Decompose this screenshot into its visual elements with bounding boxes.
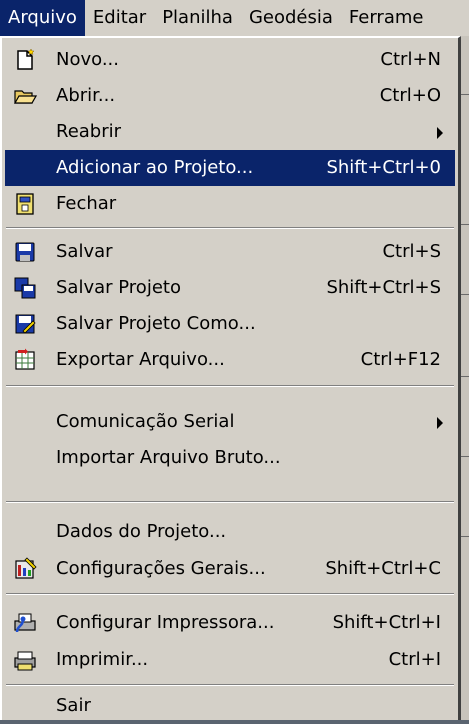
menu-item-label: Importar Arquivo Bruto... <box>56 447 281 468</box>
close-file-icon <box>16 193 34 215</box>
arquivo-dropdown-menu: Novo... Ctrl+N Abrir... Ctrl+O Reabrir A… <box>0 36 461 720</box>
menu-item-salvar-projeto-como[interactable]: Salvar Projeto Como... <box>5 306 455 342</box>
menu-item-reabrir[interactable]: Reabrir <box>5 114 455 150</box>
menu-planilha[interactable]: Planilha <box>154 0 241 36</box>
menu-item-label: Dados do Projeto... <box>56 521 227 542</box>
menu-item-label: Abrir... <box>56 85 116 106</box>
menu-item-shortcut: Ctrl+O <box>379 85 441 106</box>
menu-item-shortcut: Ctrl+N <box>380 49 441 70</box>
menu-ferramentas[interactable]: Ferrame <box>341 0 432 36</box>
export-file-icon <box>15 348 35 370</box>
menu-item-label: Adicionar ao Projeto... <box>56 157 254 178</box>
menu-item-label: Reabrir <box>56 121 122 142</box>
menu-item-sair[interactable]: Sair <box>5 688 455 724</box>
new-document-icon <box>17 48 35 70</box>
menu-item-label: Salvar <box>56 241 113 262</box>
menu-item-fechar[interactable]: Fechar <box>5 186 455 222</box>
save-project-as-icon <box>15 314 36 334</box>
menu-item-shortcut: Shift+Ctrl+I <box>332 612 441 633</box>
general-settings-icon <box>15 557 37 579</box>
menu-item-shortcut: Shift+Ctrl+C <box>325 558 441 579</box>
menu-item-label: Configurações Gerais... <box>56 558 266 579</box>
menu-item-shortcut: Ctrl+S <box>382 241 441 262</box>
save-disk-icon <box>15 242 35 262</box>
menu-geodesia[interactable]: Geodésia <box>241 0 341 36</box>
menu-item-imprimir[interactable]: Imprimir... Ctrl+I <box>5 642 455 678</box>
menu-separator <box>6 385 454 387</box>
submenu-arrow-icon <box>437 127 443 139</box>
menu-separator <box>6 227 454 229</box>
menu-item-salvar-projeto[interactable]: Salvar Projeto Shift+Ctrl+S <box>5 270 455 306</box>
menu-item-label: Fechar <box>56 193 117 214</box>
menu-item-configuracoes-gerais[interactable]: Configurações Gerais... Shift+Ctrl+C <box>5 551 455 587</box>
menu-item-exportar-arquivo[interactable]: Exportar Arquivo... Ctrl+F12 <box>5 342 455 378</box>
menu-item-shortcut: Ctrl+I <box>388 649 441 670</box>
menu-item-label: Comunicação Serial <box>56 411 235 432</box>
printer-setup-icon <box>14 613 36 633</box>
submenu-arrow-icon <box>437 417 443 429</box>
menu-item-dados-do-projeto[interactable]: Dados do Projeto... <box>5 514 455 550</box>
menu-arquivo[interactable]: Arquivo <box>0 0 85 36</box>
menu-separator <box>6 593 454 595</box>
menu-item-label: Sair <box>56 695 91 716</box>
menu-item-label: Exportar Arquivo... <box>56 349 225 370</box>
menu-item-adicionar-ao-projeto[interactable]: Adicionar ao Projeto... Shift+Ctrl+0 <box>5 150 455 186</box>
open-folder-icon <box>13 90 37 104</box>
menu-item-salvar[interactable]: Salvar Ctrl+S <box>5 234 455 270</box>
menu-item-importar-arquivo-bruto[interactable]: Importar Arquivo Bruto... <box>5 440 455 476</box>
menu-item-abrir[interactable]: Abrir... Ctrl+O <box>5 78 455 114</box>
menu-item-shortcut: Ctrl+F12 <box>360 349 441 370</box>
print-icon <box>14 651 36 671</box>
menu-item-label: Salvar Projeto <box>56 277 181 298</box>
menu-item-label: Configurar Impressora... <box>56 612 275 633</box>
menu-bar: Arquivo Editar Planilha Geodésia Ferrame <box>0 0 469 37</box>
menu-item-shortcut: Shift+Ctrl+0 <box>326 157 441 178</box>
menu-item-comunicacao-serial[interactable]: Comunicação Serial <box>5 404 455 440</box>
menu-item-configurar-impressora[interactable]: Configurar Impressora... Shift+Ctrl+I <box>5 605 455 641</box>
menu-separator <box>6 501 454 503</box>
menu-item-shortcut: Shift+Ctrl+S <box>326 277 441 298</box>
menu-item-novo[interactable]: Novo... Ctrl+N <box>5 42 455 78</box>
menu-item-label: Salvar Projeto Como... <box>56 313 256 334</box>
menu-item-label: Novo... <box>56 49 119 70</box>
save-project-icon <box>14 277 36 299</box>
menu-item-label: Imprimir... <box>56 649 149 670</box>
menu-editar[interactable]: Editar <box>85 0 154 36</box>
menu-separator <box>6 684 454 686</box>
